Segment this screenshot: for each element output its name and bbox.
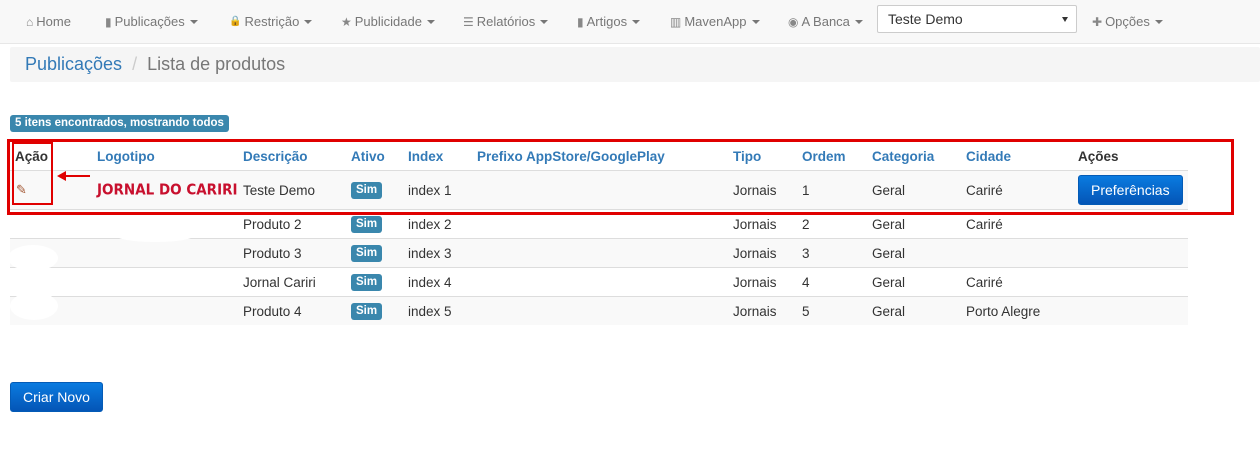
chevron-down-icon xyxy=(540,19,549,24)
cell-tipo: Jornais xyxy=(733,303,777,319)
home-icon: ⌂ xyxy=(26,14,34,29)
status-badge: Sim xyxy=(351,302,383,320)
bookmark-icon: ▮ xyxy=(577,14,584,29)
cell-descricao: Produto 4 xyxy=(243,303,302,319)
select-caret-icon xyxy=(1062,17,1068,22)
nav-mavenapp-label: MavenApp xyxy=(684,14,747,29)
nav-home[interactable]: ⌂ Home xyxy=(26,0,71,44)
status-badge: Sim xyxy=(351,215,383,233)
chevron-down-icon xyxy=(304,19,313,24)
nav-artigos-label: Artigos xyxy=(586,14,628,29)
cell-index: index 5 xyxy=(408,303,452,319)
cell-categoria: Geral xyxy=(872,303,906,319)
cell-index: index 3 xyxy=(408,245,452,261)
nav-opcoes[interactable]: ✚ Opções xyxy=(1092,0,1163,44)
table-row: Jornal Cariri Sim index 4 Jornais 4 Gera… xyxy=(10,267,1188,296)
chevron-down-icon xyxy=(854,19,863,24)
nav-a-banca[interactable]: ◉ A Banca xyxy=(788,0,863,44)
result-count-badge: 5 itens encontrados, mostrando todos xyxy=(10,115,229,132)
status-badge: Sim xyxy=(351,244,383,262)
redaction-smudge xyxy=(10,292,58,320)
cell-tipo: Jornais xyxy=(733,274,777,290)
cell-categoria: Geral xyxy=(872,245,906,261)
breadcrumb-current: Lista de produtos xyxy=(147,54,286,74)
chevron-down-icon xyxy=(189,19,198,24)
cell-descricao: Jornal Cariri xyxy=(243,274,316,290)
highlight-box-row xyxy=(7,139,1234,215)
plus-icon: ✚ xyxy=(1092,14,1103,29)
cell-ativo: Sim xyxy=(351,239,383,267)
nav-relatorios-label: Relatórios xyxy=(476,14,536,29)
cell-index: index 4 xyxy=(408,274,452,290)
nav-relatorios[interactable]: ☰ Relatórios xyxy=(463,0,549,44)
nav-restricao[interactable]: 🔒 Restrição xyxy=(229,0,313,44)
star-icon: ★ xyxy=(341,14,352,29)
cell-ordem: 5 xyxy=(802,303,810,319)
nav-publicidade[interactable]: ★ Publicidade xyxy=(341,0,435,44)
navbar: ⌂ Home ▮ Publicações 🔒 Restrição ★ Publi… xyxy=(0,0,1260,44)
chevron-down-icon xyxy=(632,19,641,24)
cell-cidade: Porto Alegre xyxy=(966,303,1041,319)
list-icon: ☰ xyxy=(463,14,474,29)
table-row: Produto 4 Sim index 5 Jornais 5 Geral Po… xyxy=(10,296,1188,325)
file-icon: ▮ xyxy=(105,14,112,29)
highlight-box-edit xyxy=(12,142,53,205)
chevron-down-icon xyxy=(426,19,435,24)
redaction-smudge xyxy=(115,228,195,242)
create-new-button[interactable]: Criar Novo xyxy=(10,382,103,412)
nav-publicidade-label: Publicidade xyxy=(354,14,422,29)
publication-select-value: Teste Demo xyxy=(888,11,963,27)
nav-mavenapp[interactable]: ▥ MavenApp xyxy=(670,0,760,44)
cell-ordem: 3 xyxy=(802,245,810,261)
lock-icon: 🔒 xyxy=(229,16,242,27)
nav-restricao-label: Restrição xyxy=(244,14,300,29)
nav-a-banca-label: A Banca xyxy=(801,14,850,29)
cell-ativo: Sim xyxy=(351,268,383,296)
redaction-smudge xyxy=(8,245,58,271)
nav-publicacoes-label: Publicações xyxy=(114,14,185,29)
chevron-down-icon xyxy=(751,19,760,24)
cell-ativo: Sim xyxy=(351,297,383,325)
table-row: Produto 3 Sim index 3 Jornais 3 Geral xyxy=(10,238,1188,267)
arrow-left-icon xyxy=(57,171,90,181)
cell-ordem: 4 xyxy=(802,274,810,290)
barcode-icon: ▥ xyxy=(670,14,682,29)
status-badge: Sim xyxy=(351,273,383,291)
cell-cidade: Cariré xyxy=(966,274,1003,290)
cell-tipo: Jornais xyxy=(733,245,777,261)
nav-home-label: Home xyxy=(36,14,71,29)
breadcrumb: Publicações / Lista de produtos xyxy=(10,47,1260,82)
publication-select[interactable]: Teste Demo xyxy=(877,5,1077,33)
nav-opcoes-label: Opções xyxy=(1105,14,1150,29)
breadcrumb-separator: / xyxy=(132,54,138,74)
globe-icon: ◉ xyxy=(788,14,799,29)
nav-artigos[interactable]: ▮ Artigos xyxy=(577,0,641,44)
cell-descricao: Produto 3 xyxy=(243,245,302,261)
nav-publicacoes[interactable]: ▮ Publicações xyxy=(105,0,198,44)
breadcrumb-link-publicacoes[interactable]: Publicações xyxy=(25,54,122,75)
cell-categoria: Geral xyxy=(872,274,906,290)
chevron-down-icon xyxy=(1154,19,1163,24)
